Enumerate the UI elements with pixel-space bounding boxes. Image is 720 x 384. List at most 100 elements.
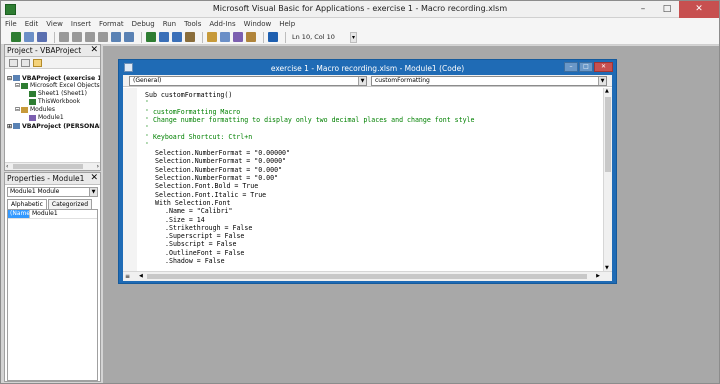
code-comment-line[interactable]: ' customFormatting Macro (145, 108, 240, 116)
tree-node[interactable]: ⊟ Modules (15, 106, 55, 113)
scroll-thumb[interactable] (147, 274, 587, 279)
expand-toggle-icon[interactable]: ⊞ (7, 123, 12, 130)
design-mode-icon[interactable] (185, 32, 195, 42)
tree-node[interactable]: ⊞ VBAProject (PERSONAL. (7, 123, 100, 130)
close-button[interactable]: ✕ (679, 1, 719, 18)
object-combo-value: (General) (133, 77, 162, 84)
code-comment-line[interactable]: ' (145, 141, 149, 149)
redo-icon[interactable] (124, 32, 134, 42)
project-explorer-icon[interactable] (207, 32, 217, 42)
tree-node[interactable]: ⊟ VBAProject (exercise 1 (7, 75, 100, 82)
view-code-icon[interactable] (9, 58, 18, 67)
code-line[interactable]: .Name = "Calibri" (165, 207, 233, 215)
undo-icon[interactable] (111, 32, 121, 42)
chevron-down-icon[interactable]: ▼ (358, 77, 366, 85)
scroll-left-icon[interactable]: ‹ (6, 163, 8, 170)
code-line[interactable]: .Shadow = False (165, 257, 225, 265)
insert-module-icon[interactable] (24, 32, 34, 42)
scroll-up-icon[interactable]: ▲ (605, 88, 609, 94)
expand-toggle-icon[interactable]: ⊟ (15, 82, 20, 89)
toolbar-options-icon[interactable]: ▾ (350, 32, 357, 43)
code-line[interactable]: Selection.NumberFormat = "0.00" (155, 174, 278, 182)
chevron-down-icon[interactable]: ▼ (89, 188, 97, 196)
procedure-combo[interactable]: customFormatting ▼ (371, 76, 607, 86)
toggle-folders-icon[interactable] (33, 58, 42, 67)
code-line[interactable]: .Subscript = False (165, 240, 236, 248)
code-comment-line[interactable]: ' Change number formatting to display on… (145, 116, 475, 124)
expand-toggle-icon[interactable]: ⊟ (7, 75, 12, 82)
code-horizontal-scrollbar[interactable]: ≡ ◀ ▶ (123, 271, 612, 281)
tree-node[interactable]: ⊟ Microsoft Excel Objects (15, 82, 100, 89)
menu-tools[interactable]: Tools (184, 20, 201, 28)
code-line[interactable]: .OutlineFont = False (165, 249, 244, 257)
scroll-thumb[interactable] (605, 97, 611, 172)
run-icon[interactable] (146, 32, 156, 42)
code-line[interactable]: Selection.NumberFormat = "0.000" (155, 166, 282, 174)
code-close-button[interactable]: ✕ (594, 62, 613, 72)
code-comment-line[interactable]: ' Keyboard Shortcut: Ctrl+n (145, 133, 252, 141)
close-icon[interactable]: ✕ (90, 45, 98, 56)
properties-icon[interactable] (220, 32, 230, 42)
view-object-icon[interactable] (21, 58, 30, 67)
code-line[interactable]: .Size = 14 (165, 216, 205, 224)
code-comment-line[interactable]: ' (145, 124, 149, 132)
paste-icon[interactable] (85, 32, 95, 42)
code-maximize-button[interactable]: □ (579, 62, 593, 72)
tree-node-label: Microsoft Excel Objects (30, 82, 100, 89)
reset-icon[interactable] (172, 32, 182, 42)
menu-run[interactable]: Run (163, 20, 176, 28)
find-icon[interactable] (98, 32, 108, 42)
copy-icon[interactable] (72, 32, 82, 42)
code-line[interactable]: .Strikethrough = False (165, 224, 252, 232)
object-selector[interactable]: Module1 Module ▼ (7, 187, 98, 197)
project-horizontal-scrollbar[interactable]: ‹ › (5, 162, 100, 170)
code-line[interactable]: Selection.NumberFormat = "0.0000" (155, 157, 286, 165)
help-icon[interactable] (268, 32, 278, 42)
expand-toggle-icon[interactable]: ⊟ (15, 106, 20, 113)
menu-format[interactable]: Format (99, 20, 124, 28)
code-line[interactable]: Selection.Font.Italic = True (155, 191, 266, 199)
toolbox-icon[interactable] (246, 32, 256, 42)
maximize-button[interactable]: □ (655, 1, 679, 18)
tree-node[interactable]: Sheet1 (Sheet1) (23, 90, 87, 97)
property-value[interactable]: Module1 (30, 210, 58, 218)
tree-node[interactable]: Module1 (23, 114, 64, 121)
code-vertical-scrollbar[interactable]: ▲ ▼ (603, 88, 612, 271)
tree-node[interactable]: ThisWorkbook (23, 98, 80, 105)
code-line[interactable]: With Selection.Font (155, 199, 230, 207)
menu-window[interactable]: Window (244, 20, 272, 28)
menu-view[interactable]: View (46, 20, 63, 28)
menu-bar: File Edit View Insert Format Debug Run Tools Add… (1, 18, 719, 30)
code-line[interactable]: Selection.NumberFormat = "0.00000" (155, 149, 290, 157)
object-browser-icon[interactable] (233, 32, 243, 42)
code-line[interactable]: Sub customFormatting() (145, 91, 232, 99)
scroll-thumb[interactable] (13, 164, 83, 169)
scroll-left-icon[interactable]: ◀ (139, 273, 143, 279)
tab-categorized[interactable]: Categorized (47, 199, 93, 209)
code-minimize-button[interactable]: – (564, 62, 578, 72)
scroll-right-icon[interactable]: › (97, 163, 99, 170)
cut-icon[interactable] (59, 32, 69, 42)
save-icon[interactable] (37, 32, 47, 42)
code-line[interactable]: .Superscript = False (165, 232, 244, 240)
menu-add-ins[interactable]: Add-Ins (209, 20, 235, 28)
tree-node-icon (13, 123, 20, 129)
break-icon[interactable] (159, 32, 169, 42)
procedure-view-icon[interactable]: ≡ (125, 273, 130, 280)
chevron-down-icon[interactable]: ▼ (598, 77, 606, 85)
menu-debug[interactable]: Debug (132, 20, 155, 28)
minimize-button[interactable]: – (631, 1, 655, 18)
object-combo[interactable]: (General) ▼ (129, 76, 367, 86)
menu-help[interactable]: Help (279, 20, 295, 28)
tab-alphabetic[interactable]: Alphabetic (7, 199, 47, 209)
code-editor[interactable]: Sub customFormatting() ' ' customFormattin… (123, 88, 603, 271)
menu-edit[interactable]: Edit (25, 20, 39, 28)
code-comment-line[interactable]: ' (145, 99, 149, 107)
menu-insert[interactable]: Insert (71, 20, 91, 28)
excel-icon[interactable] (11, 32, 21, 42)
close-icon[interactable]: ✕ (90, 173, 98, 184)
code-line[interactable]: Selection.Font.Bold = True (155, 182, 258, 190)
menu-file[interactable]: File (5, 20, 17, 28)
property-row[interactable]: (Name) Module1 (8, 210, 97, 219)
scroll-right-icon[interactable]: ▶ (596, 273, 600, 279)
